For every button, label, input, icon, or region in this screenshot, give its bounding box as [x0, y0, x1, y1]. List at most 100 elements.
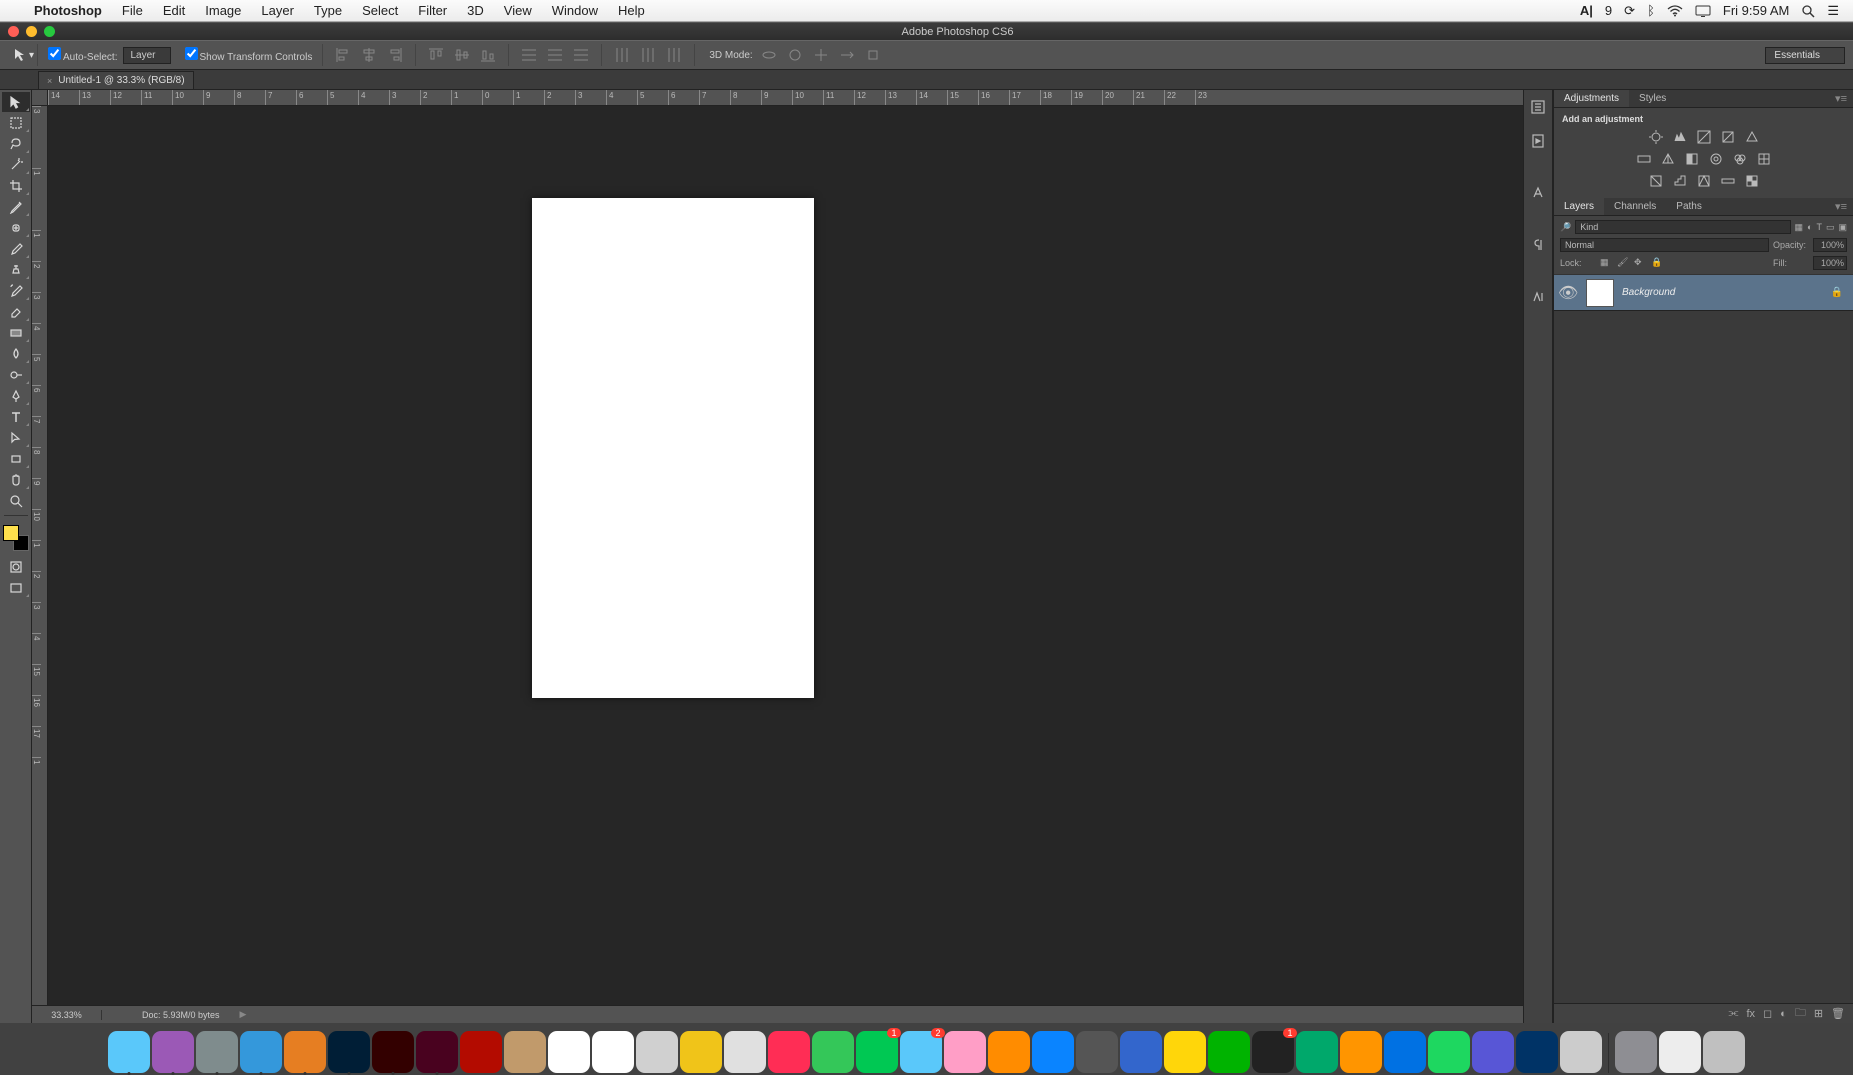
tab-layers[interactable]: Layers — [1554, 198, 1604, 215]
filter-smart-icon[interactable]: ▣ — [1838, 222, 1847, 233]
hue-saturation-icon[interactable] — [1635, 150, 1653, 168]
status-menu-icon[interactable]: ▶ — [240, 1009, 247, 1020]
doc-size[interactable]: Doc: 5.93M/0 bytes — [102, 1010, 220, 1020]
dock-app[interactable] — [1340, 1031, 1382, 1073]
dock-app[interactable] — [1384, 1031, 1426, 1073]
fill-value[interactable]: 100% — [1813, 256, 1847, 270]
dock-app[interactable] — [548, 1031, 590, 1073]
selective-color-icon[interactable] — [1743, 172, 1761, 190]
dock-app[interactable] — [152, 1031, 194, 1073]
dock-app[interactable] — [1703, 1031, 1745, 1073]
color-balance-icon[interactable] — [1659, 150, 1677, 168]
spotlight-icon[interactable] — [1801, 4, 1815, 18]
invert-icon[interactable] — [1647, 172, 1665, 190]
menu-file[interactable]: File — [112, 3, 153, 18]
eraser-tool[interactable] — [2, 302, 30, 322]
dock-app[interactable] — [724, 1031, 766, 1073]
align-top-edges-icon[interactable] — [426, 45, 446, 65]
align-right-edges-icon[interactable] — [385, 45, 405, 65]
black-white-icon[interactable] — [1683, 150, 1701, 168]
filter-type-icon[interactable]: T — [1816, 222, 1822, 232]
layer-visibility-icon[interactable]: 👁 — [1558, 283, 1578, 303]
menu-select[interactable]: Select — [352, 3, 408, 18]
menu-layer[interactable]: Layer — [251, 3, 304, 18]
dock-app[interactable] — [284, 1031, 326, 1073]
ruler-horizontal[interactable]: 1413121110987654321012345678910111213141… — [48, 90, 1523, 106]
dock-app[interactable] — [1560, 1031, 1602, 1073]
dock-app[interactable] — [460, 1031, 502, 1073]
menu-type[interactable]: Type — [304, 3, 352, 18]
notifications-badge[interactable]: 9 — [1605, 3, 1612, 18]
delete-layer-icon[interactable]: 🗑 — [1831, 1007, 1845, 1020]
align-horizontal-centers-icon[interactable] — [359, 45, 379, 65]
align-vertical-centers-icon[interactable] — [452, 45, 472, 65]
dock-app[interactable] — [680, 1031, 722, 1073]
channel-mixer-icon[interactable] — [1731, 150, 1749, 168]
color-swatches[interactable] — [3, 525, 29, 551]
distribute-horizontal-centers-icon[interactable] — [638, 45, 658, 65]
filter-pixel-icon[interactable]: ▦ — [1795, 222, 1804, 233]
menu-edit[interactable]: Edit — [153, 3, 195, 18]
dock-app[interactable]: 1 — [856, 1031, 898, 1073]
dock-app[interactable] — [1615, 1031, 1657, 1073]
dock-app[interactable] — [1120, 1031, 1162, 1073]
quick-mask-icon[interactable] — [2, 557, 30, 577]
dock-app[interactable] — [196, 1031, 238, 1073]
zoom-level[interactable]: 33.33% — [32, 1010, 102, 1020]
3d-slide-icon[interactable] — [837, 45, 857, 65]
tab-channels[interactable]: Channels — [1604, 198, 1666, 215]
dock-app[interactable] — [1516, 1031, 1558, 1073]
link-layers-icon[interactable]: ⫘ — [1729, 1007, 1739, 1020]
menu-image[interactable]: Image — [195, 3, 251, 18]
kind-filter-dropdown[interactable]: Kind — [1575, 220, 1790, 234]
vibrance-icon[interactable] — [1743, 128, 1761, 146]
new-fill-adjustment-icon[interactable]: ◐ — [1780, 1008, 1787, 1020]
distribute-top-icon[interactable] — [519, 45, 539, 65]
lock-pixels-icon[interactable]: 🖌 — [1617, 257, 1629, 269]
menu-window[interactable]: Window — [542, 3, 608, 18]
dock-app[interactable]: 2 — [900, 1031, 942, 1073]
layer-thumbnail[interactable] — [1586, 279, 1614, 307]
distribute-bottom-icon[interactable] — [571, 45, 591, 65]
3d-pan-icon[interactable] — [811, 45, 831, 65]
dock-app[interactable] — [944, 1031, 986, 1073]
magic-wand-tool[interactable] — [2, 155, 30, 175]
3d-rotate-icon[interactable] — [759, 45, 779, 65]
3d-roll-icon[interactable] — [785, 45, 805, 65]
clock[interactable]: Fri 9:59 AM — [1723, 3, 1789, 18]
document-canvas[interactable] — [532, 198, 814, 698]
eyedropper-tool[interactable] — [2, 197, 30, 217]
panel-menu-icon[interactable]: ▾≡ — [1835, 92, 1853, 105]
dock-app[interactable] — [1428, 1031, 1470, 1073]
dock-app[interactable] — [416, 1031, 458, 1073]
threshold-icon[interactable] — [1695, 172, 1713, 190]
dock-app[interactable] — [1296, 1031, 1338, 1073]
align-bottom-edges-icon[interactable] — [478, 45, 498, 65]
dodge-tool[interactable] — [2, 365, 30, 385]
tab-adjustments[interactable]: Adjustments — [1554, 90, 1629, 107]
menu-filter[interactable]: Filter — [408, 3, 457, 18]
show-transform-checkbox[interactable]: Show Transform Controls — [185, 47, 313, 63]
wifi-icon[interactable] — [1667, 5, 1683, 17]
dock-app[interactable] — [504, 1031, 546, 1073]
dock-app[interactable]: 1 — [1252, 1031, 1294, 1073]
window-zoom-button[interactable] — [44, 26, 55, 37]
blend-mode-dropdown[interactable]: Normal — [1560, 238, 1769, 252]
levels-icon[interactable] — [1671, 128, 1689, 146]
gradient-tool[interactable] — [2, 323, 30, 343]
adobe-status-icon[interactable]: A| — [1580, 3, 1593, 18]
lock-all-icon[interactable]: 🔒 — [1651, 257, 1663, 269]
tab-styles[interactable]: Styles — [1629, 90, 1676, 107]
notification-center-icon[interactable]: ☰ — [1827, 3, 1839, 19]
filter-kind-icon[interactable]: 🔎 — [1560, 222, 1571, 233]
distribute-right-icon[interactable] — [664, 45, 684, 65]
photo-filter-icon[interactable] — [1707, 150, 1725, 168]
dock-app[interactable] — [1208, 1031, 1250, 1073]
posterize-icon[interactable] — [1671, 172, 1689, 190]
layer-row[interactable]: 👁 Background 🔒 — [1554, 275, 1853, 311]
dock-app[interactable] — [592, 1031, 634, 1073]
menu-help[interactable]: Help — [608, 3, 655, 18]
ruler-origin[interactable] — [32, 90, 48, 106]
hand-tool[interactable] — [2, 470, 30, 490]
filter-shape-icon[interactable]: ▭ — [1826, 222, 1835, 233]
